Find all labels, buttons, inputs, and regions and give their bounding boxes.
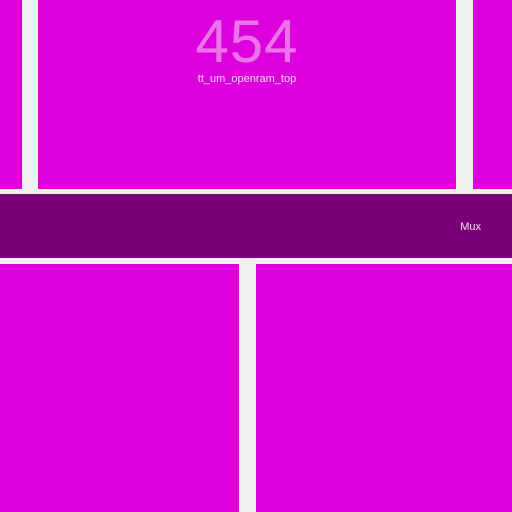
block-mux[interactable]: Mux: [0, 194, 512, 258]
block-bottom-left[interactable]: [0, 264, 239, 512]
block-top-right[interactable]: [473, 0, 512, 189]
block-count: 454: [195, 8, 299, 75]
block-bottom-right[interactable]: [256, 264, 512, 512]
block-top-left[interactable]: [0, 0, 22, 189]
mux-label: Mux: [460, 221, 481, 233]
block-tt-um-openram-top[interactable]: 454 tt_um_openram_top: [38, 0, 456, 189]
layout-canvas: 454 tt_um_openram_top Mux: [0, 0, 512, 512]
block-label: tt_um_openram_top: [197, 73, 297, 85]
